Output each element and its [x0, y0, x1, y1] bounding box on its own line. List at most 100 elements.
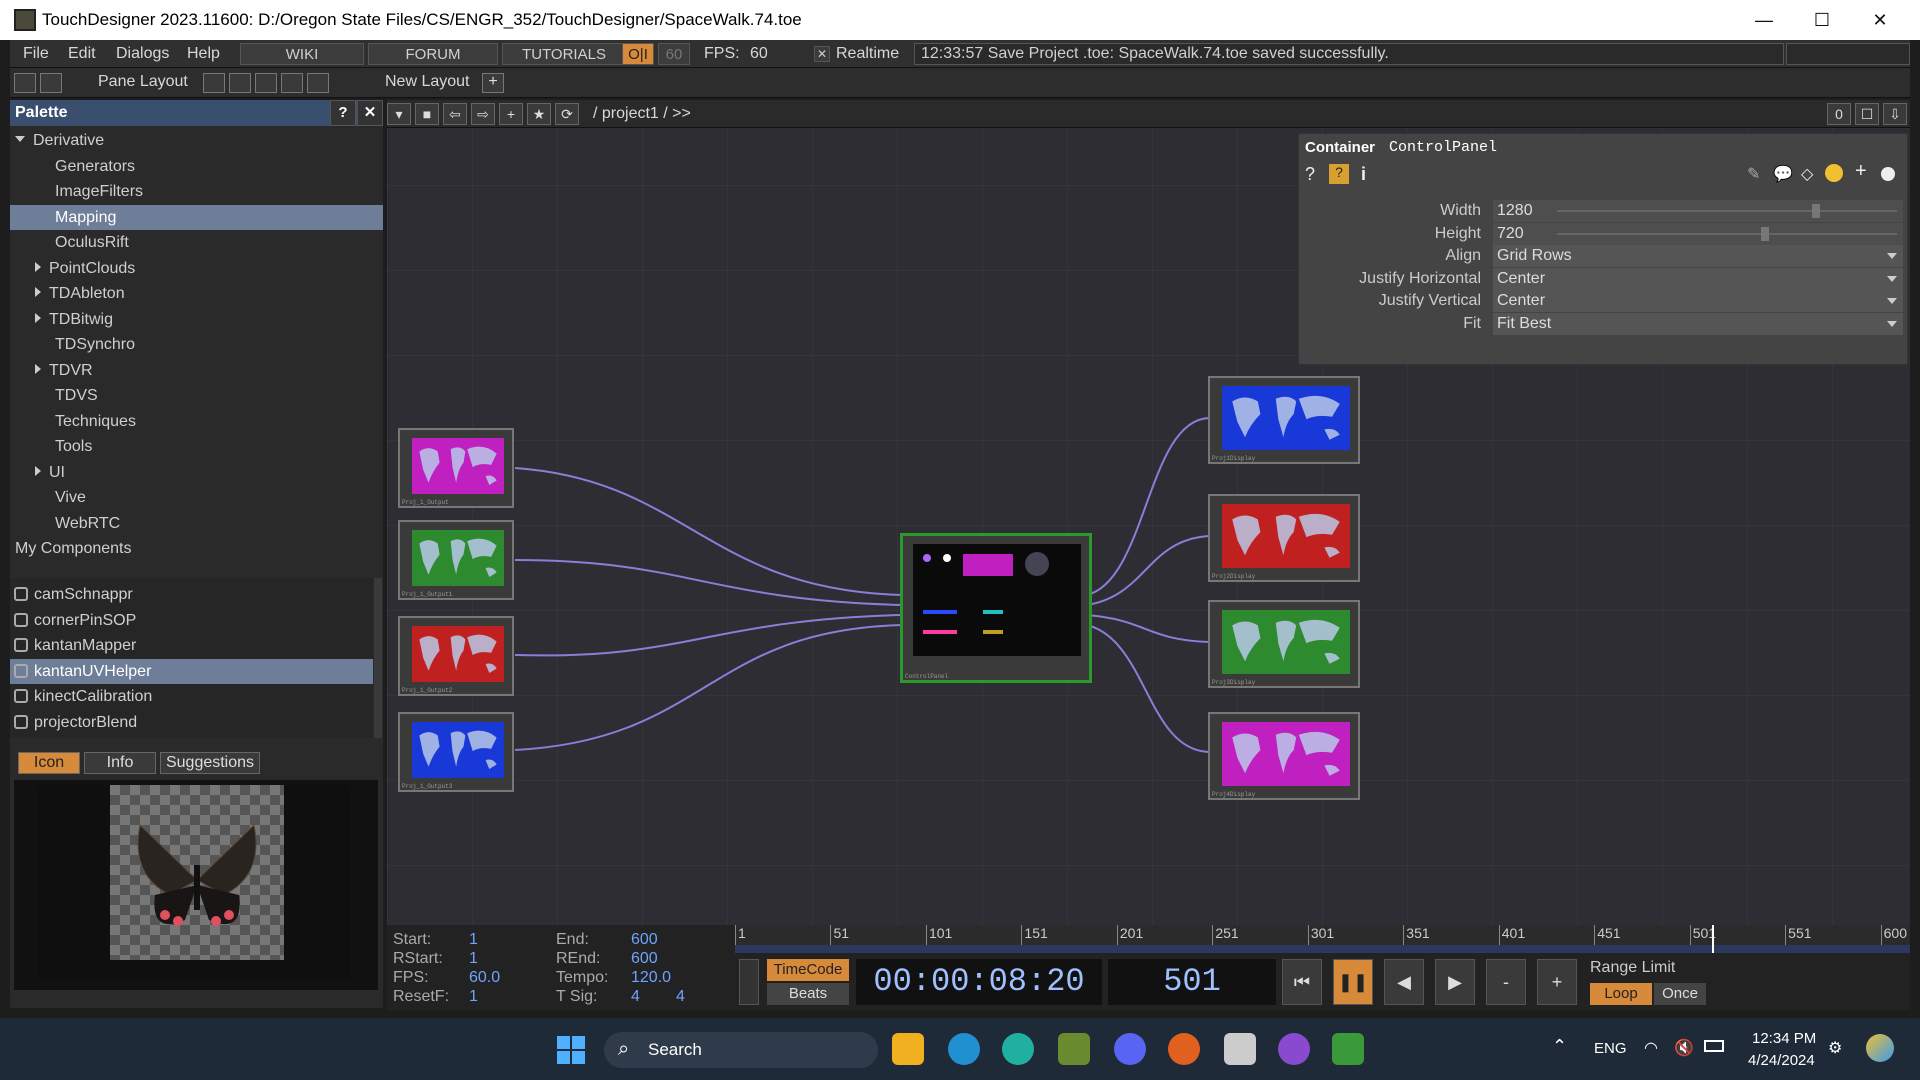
minimize-button[interactable]: —	[1735, 0, 1793, 40]
help-icon[interactable]: ?	[1305, 164, 1315, 185]
param-slider-field[interactable]: 1280	[1493, 200, 1903, 222]
palette-help-button[interactable]: ?	[330, 100, 356, 126]
image-icon[interactable]	[14, 73, 36, 93]
maximize-button[interactable]: ☐	[1793, 0, 1851, 40]
output-node[interactable]: Proj3Display	[1208, 600, 1360, 688]
rstart-value[interactable]: 1	[469, 950, 478, 968]
edge-icon[interactable]	[948, 1033, 980, 1065]
download-icon[interactable]: ⇩	[1883, 103, 1907, 125]
chevron-up-icon[interactable]: ⌃	[1552, 1036, 1567, 1057]
chart-app-icon[interactable]	[1332, 1033, 1364, 1065]
palette-tree-item[interactable]: PointClouds	[10, 256, 383, 281]
expand-right-icon[interactable]	[35, 287, 41, 297]
tempo-value[interactable]: 120.0	[631, 969, 671, 987]
slider-handle[interactable]	[1812, 204, 1820, 218]
palette-tree-item[interactable]: TDVR	[10, 358, 383, 383]
menu-help[interactable]: Help	[187, 45, 220, 63]
palette-tree-item[interactable]: Vive	[10, 485, 383, 510]
param-dropdown[interactable]: Fit Best	[1493, 312, 1903, 335]
notification-icon[interactable]: ⚙	[1828, 1038, 1842, 1058]
palette-tree-item[interactable]: Mapping	[10, 204, 383, 230]
tutorials-button[interactable]: TUTORIALS	[502, 43, 626, 65]
edge-dev-icon[interactable]	[1002, 1033, 1034, 1065]
palette-tree-item[interactable]: My Components	[10, 536, 383, 561]
step-back-icon[interactable]: ◀	[1384, 959, 1424, 1005]
add-layout-button[interactable]: +	[482, 73, 504, 93]
beats-toggle[interactable]: Beats	[767, 983, 849, 1005]
component-list-item[interactable]: kinectCalibration	[10, 684, 373, 709]
python-icon[interactable]	[1825, 164, 1843, 182]
tsig-num[interactable]: 4	[631, 988, 640, 1006]
resetf-value[interactable]: 1	[469, 988, 478, 1006]
minus-icon[interactable]: -	[1486, 959, 1526, 1005]
chevron-down-icon[interactable]	[1887, 253, 1897, 259]
back-icon[interactable]: ⇦	[443, 103, 467, 125]
control-panel-node[interactable]: ControlPanel	[900, 533, 1092, 683]
op-name[interactable]: ControlPanel	[1389, 139, 1497, 156]
timecode-toggle[interactable]: TimeCode	[767, 959, 849, 981]
dot-icon[interactable]	[1881, 167, 1895, 181]
discord-icon[interactable]	[1114, 1033, 1146, 1065]
palette-tree-item[interactable]: WebRTC	[10, 511, 383, 536]
shape-icon[interactable]: ◇	[1801, 164, 1813, 184]
expand-right-icon[interactable]	[35, 363, 41, 374]
expand-right-icon[interactable]	[35, 465, 41, 476]
param-dropdown[interactable]: Grid Rows	[1493, 245, 1903, 267]
layout-grid4-icon[interactable]	[307, 73, 329, 93]
layout-split-h-icon[interactable]	[255, 73, 277, 93]
component-list-item[interactable]: kantanMapper	[10, 633, 373, 658]
timecode-display[interactable]: 00:00:08:20	[856, 959, 1102, 1005]
touchdesigner-taskbar-icon[interactable]	[1224, 1033, 1256, 1065]
expand-down-icon[interactable]	[15, 136, 25, 142]
component-list-item[interactable]: camSchnappr	[10, 582, 373, 607]
once-button[interactable]: Once	[1654, 983, 1706, 1005]
output-node[interactable]: Proj4Display	[1208, 712, 1360, 800]
tsig-den[interactable]: 4	[676, 988, 685, 1006]
palette-tree-item[interactable]: UI	[10, 460, 383, 485]
stop-icon[interactable]: ■	[415, 103, 439, 125]
pause-icon[interactable]: ❚❚	[1333, 959, 1373, 1005]
palette-tree-item[interactable]: Tools	[10, 434, 383, 459]
playhead[interactable]	[1712, 925, 1714, 953]
refresh-icon[interactable]: ⟳	[555, 103, 579, 125]
add-icon[interactable]: +	[499, 103, 523, 125]
component-list-item[interactable]: quadReproject	[10, 735, 373, 738]
clock-date[interactable]: 4/24/2024	[1748, 1052, 1815, 1069]
wiki-button[interactable]: WIKI	[240, 43, 364, 65]
frame-display[interactable]: 501	[1108, 959, 1276, 1005]
oi-toggle[interactable]: O|I	[622, 43, 654, 65]
tab-suggestions[interactable]: Suggestions	[160, 752, 260, 774]
component-list-item[interactable]: cornerPinSOP	[10, 608, 373, 633]
component-list-scrollbar[interactable]	[374, 578, 382, 738]
step-forward-icon[interactable]: ▶	[1435, 959, 1475, 1005]
input-node[interactable]: Proj_1_Output1	[398, 520, 514, 600]
expand-right-icon[interactable]	[35, 261, 41, 272]
plus-icon[interactable]: +	[1855, 160, 1867, 183]
layout-split-v-icon[interactable]	[229, 73, 251, 93]
timeline-range[interactable]	[735, 945, 1910, 953]
language-indicator[interactable]: ENG	[1594, 1040, 1627, 1057]
close-window-button[interactable]: ✕	[1851, 0, 1909, 40]
github-desktop-icon[interactable]	[1278, 1033, 1310, 1065]
palette-tree-item[interactable]: TDVS	[10, 383, 383, 408]
forum-button[interactable]: FORUM	[368, 43, 498, 65]
param-dropdown[interactable]: Center	[1493, 290, 1903, 312]
layout-grid3-icon[interactable]	[281, 73, 303, 93]
copilot-icon[interactable]	[1866, 1034, 1894, 1062]
file-explorer-icon[interactable]	[892, 1033, 924, 1065]
comment-icon[interactable]: 💬	[1773, 164, 1793, 184]
menu-dialogs[interactable]: Dialogs	[116, 45, 169, 63]
maximize-pane-icon[interactable]: ☐	[1855, 103, 1879, 125]
input-node[interactable]: Proj_1_Output	[398, 428, 514, 508]
param-slider-field[interactable]: 720	[1493, 222, 1903, 245]
network-path[interactable]: / project1 / >>	[593, 105, 691, 123]
python-help-icon[interactable]: ?	[1329, 164, 1349, 184]
palette-tree-item[interactable]: TDBitwig	[10, 307, 383, 332]
chevron-down-icon[interactable]	[1887, 320, 1897, 327]
volume-muted-icon[interactable]: 🔇	[1674, 1038, 1694, 1058]
info-icon[interactable]: i	[1361, 164, 1366, 185]
battery-icon[interactable]	[1704, 1040, 1724, 1052]
palette-close-button[interactable]: ✕	[357, 100, 383, 126]
palette-tree-item[interactable]: TDAbleton	[10, 281, 383, 306]
chevron-down-icon[interactable]	[1887, 298, 1897, 304]
